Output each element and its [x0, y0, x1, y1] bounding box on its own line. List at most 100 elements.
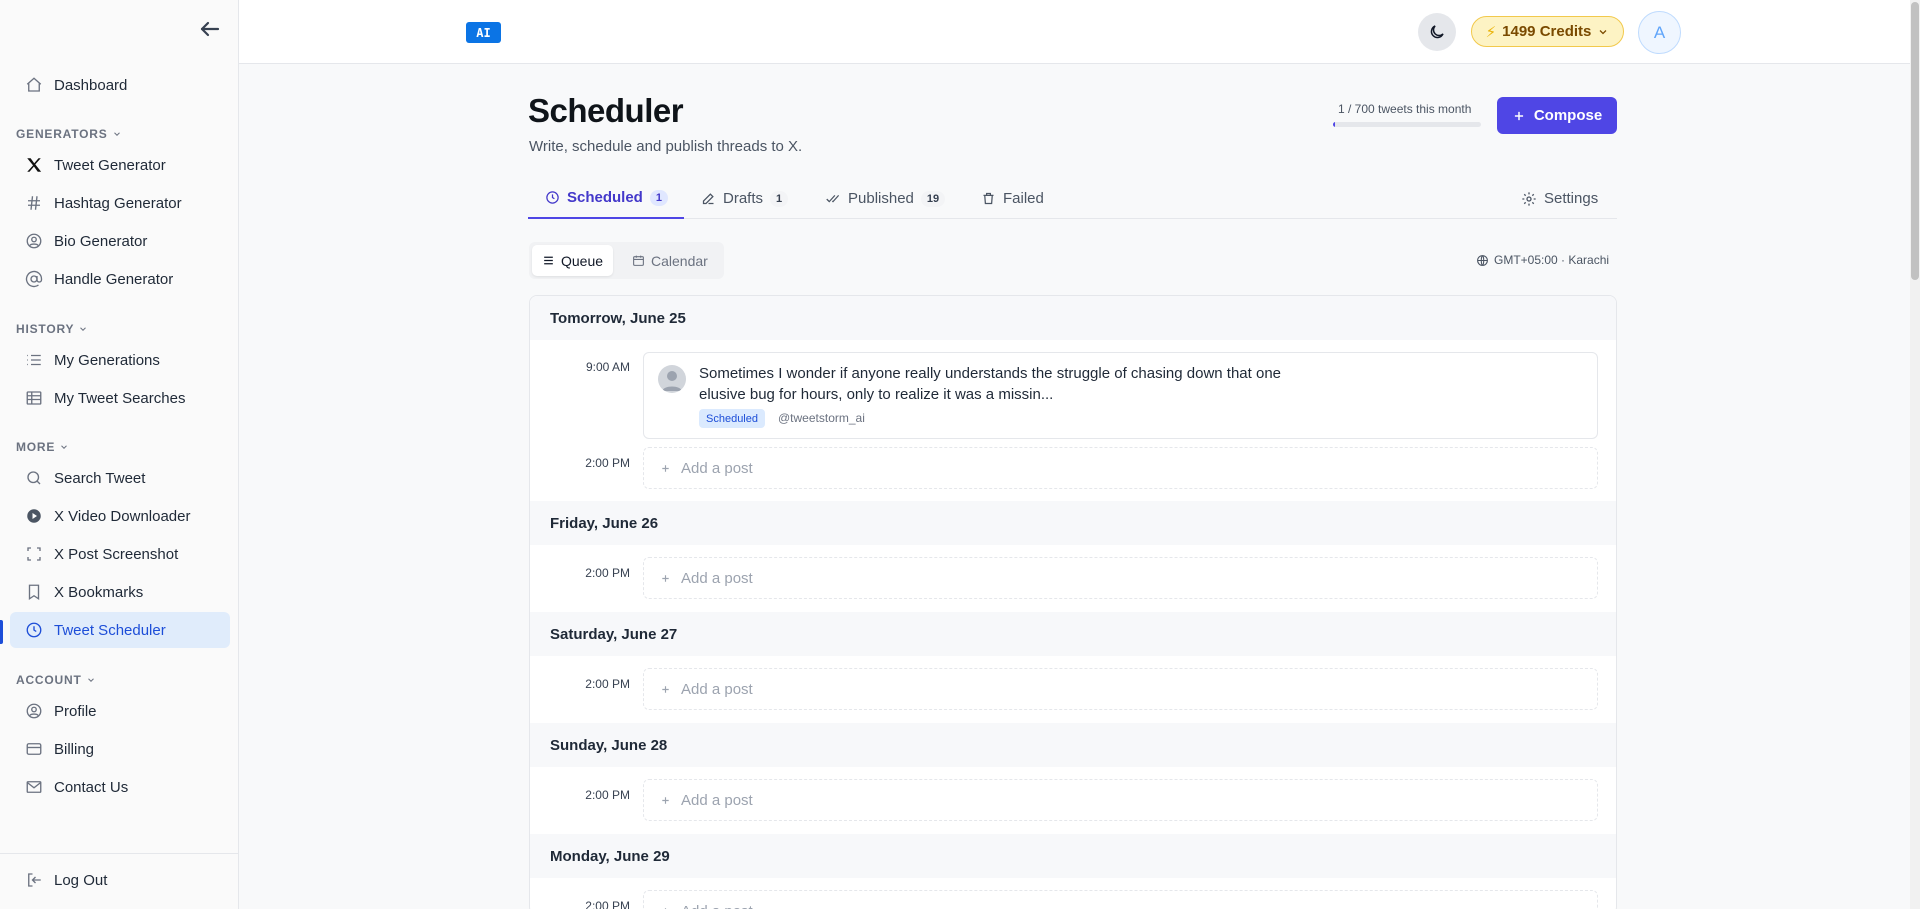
tab-failed[interactable]: Failed [981, 178, 1044, 219]
timezone-indicator: GMT+05:00 · Karachi [1476, 253, 1609, 267]
section-label-more[interactable]: MORE [16, 440, 69, 454]
view-toggle: Queue Calendar [529, 242, 724, 279]
credits-button[interactable]: ⚡ 1499 Credits [1471, 16, 1624, 47]
section-label-text: MORE [16, 440, 56, 454]
add-post-slot[interactable]: Add a post [643, 447, 1598, 489]
chevron-down-icon [80, 327, 87, 331]
sidebar-item-label: X Bookmarks [54, 583, 144, 601]
day-header: Sunday, June 28 [530, 723, 1616, 767]
tab-scheduled[interactable]: Scheduled 1 [528, 178, 684, 219]
tab-label: Drafts [723, 190, 764, 207]
gear-icon [1522, 191, 1536, 206]
sidebar-item-dashboard[interactable]: Dashboard [10, 67, 230, 103]
tab-count: 1 [649, 189, 668, 206]
user-avatar-button[interactable]: A [1638, 11, 1681, 54]
ai-badge: AI [466, 22, 501, 43]
tab-drafts[interactable]: Drafts 1 [701, 178, 789, 219]
sidebar-item-hashtag-generator[interactable]: Hashtag Generator [10, 185, 230, 221]
add-post-slot[interactable]: Add a post [643, 890, 1598, 909]
sidebar-item-label: Bio Generator [54, 232, 148, 250]
add-post-slot[interactable]: Add a post [643, 779, 1598, 821]
slot-time: 2:00 PM [585, 899, 630, 909]
page-scrollbar-thumb[interactable] [1911, 2, 1919, 280]
calendar-label: Calendar [651, 252, 708, 269]
plus-icon [662, 796, 669, 804]
settings-label: Settings [1544, 190, 1599, 207]
calendar-view-button[interactable]: Calendar [622, 245, 718, 276]
section-label-history[interactable]: HISTORY [16, 322, 88, 336]
add-post-slot[interactable]: Add a post [643, 557, 1598, 599]
sidebar-item-tweet-scheduler[interactable]: Tweet Scheduler [10, 612, 230, 648]
globe-icon [1477, 254, 1488, 266]
mail-icon [24, 777, 44, 797]
chevron-down-icon [87, 678, 94, 682]
sidebar-item-handle-generator[interactable]: Handle Generator [10, 261, 230, 297]
sidebar-item-search-tweet[interactable]: Search Tweet [10, 460, 230, 496]
table-icon [24, 388, 44, 408]
scheduler-tabs: Scheduled 1 Drafts 1 Published 19 Failed… [528, 178, 1617, 219]
sidebar-item-label: Handle Generator [54, 270, 174, 288]
sidebar-item-log-out[interactable]: Log Out [10, 862, 230, 898]
add-post-label: Add a post [681, 459, 753, 477]
scheduled-post-card[interactable]: Sometimes I wonder if anyone really unde… [643, 352, 1598, 439]
sidebar-item-x-video-downloader[interactable]: X Video Downloader [10, 498, 230, 534]
sidebar-item-billing[interactable]: Billing [10, 731, 230, 767]
sidebar-item-x-post-screenshot[interactable]: X Post Screenshot [10, 536, 230, 572]
bookmark-icon [24, 582, 44, 602]
chevron-down-icon [113, 132, 120, 136]
active-indicator [0, 620, 3, 644]
at-sign-icon [24, 269, 44, 289]
sidebar-item-label: Profile [54, 702, 97, 720]
slot-time: 2:00 PM [585, 788, 630, 802]
add-post-label: Add a post [681, 791, 753, 809]
compose-button[interactable]: Compose [1497, 97, 1617, 134]
x-logo-icon [24, 155, 44, 175]
arrow-left-icon [200, 21, 220, 37]
sidebar-item-bio-generator[interactable]: Bio Generator [10, 223, 230, 259]
sidebar-item-x-bookmarks[interactable]: X Bookmarks [10, 574, 230, 610]
add-post-label: Add a post [681, 903, 753, 909]
section-label-text: ACCOUNT [16, 673, 82, 687]
sidebar-item-tweet-generator[interactable]: Tweet Generator [10, 147, 230, 183]
sidebar: Dashboard GENERATORS Tweet Generator Has… [0, 0, 239, 909]
sidebar-item-label: Dashboard [54, 76, 128, 94]
theme-toggle-button[interactable] [1418, 13, 1456, 51]
compose-label: Compose [1533, 107, 1603, 124]
section-label-generators[interactable]: GENERATORS [16, 127, 122, 141]
plus-icon [664, 907, 667, 909]
sidebar-item-label: Tweet Generator [54, 156, 166, 174]
clock-icon [546, 191, 559, 204]
hashtag-icon [24, 193, 44, 213]
user-circle-icon [24, 701, 44, 721]
page-title: Scheduler [528, 92, 684, 129]
add-post-label: Add a post [681, 569, 753, 587]
tab-count: 1 [770, 190, 789, 207]
sidebar-item-label: Billing [54, 740, 95, 758]
sidebar-item-my-generations[interactable]: My Generations [10, 342, 230, 378]
sidebar-item-label: X Video Downloader [54, 507, 191, 525]
day-header: Saturday, June 27 [530, 612, 1616, 656]
queue-view-button[interactable]: Queue [532, 245, 614, 276]
page-subtitle: Write, schedule and publish threads to X… [529, 138, 803, 155]
play-circle-icon [24, 506, 44, 526]
sidebar-item-profile[interactable]: Profile [10, 693, 230, 729]
section-label-account[interactable]: ACCOUNT [16, 673, 96, 687]
sidebar-item-label: X Post Screenshot [54, 545, 179, 563]
post-handle: @tweetstorm_ai [778, 411, 865, 425]
day-header: Friday, June 26 [530, 501, 1616, 545]
home-icon [24, 75, 44, 95]
settings-button[interactable]: Settings [1521, 178, 1598, 219]
chevron-down-icon [61, 445, 68, 449]
tab-count: 19 [920, 190, 946, 207]
plus-icon [662, 685, 669, 693]
sidebar-item-my-tweet-searches[interactable]: My Tweet Searches [10, 380, 230, 416]
tab-published[interactable]: Published 19 [825, 178, 946, 219]
plus-icon [662, 464, 669, 472]
usage-progress-fill [1333, 122, 1335, 127]
add-post-slot[interactable]: Add a post [643, 668, 1598, 710]
tab-label: Failed [1003, 190, 1044, 207]
collapse-sidebar-button[interactable] [195, 14, 225, 44]
calendar-icon [633, 255, 644, 266]
sidebar-item-contact-us[interactable]: Contact Us [10, 769, 230, 805]
user-circle-icon [24, 231, 44, 251]
